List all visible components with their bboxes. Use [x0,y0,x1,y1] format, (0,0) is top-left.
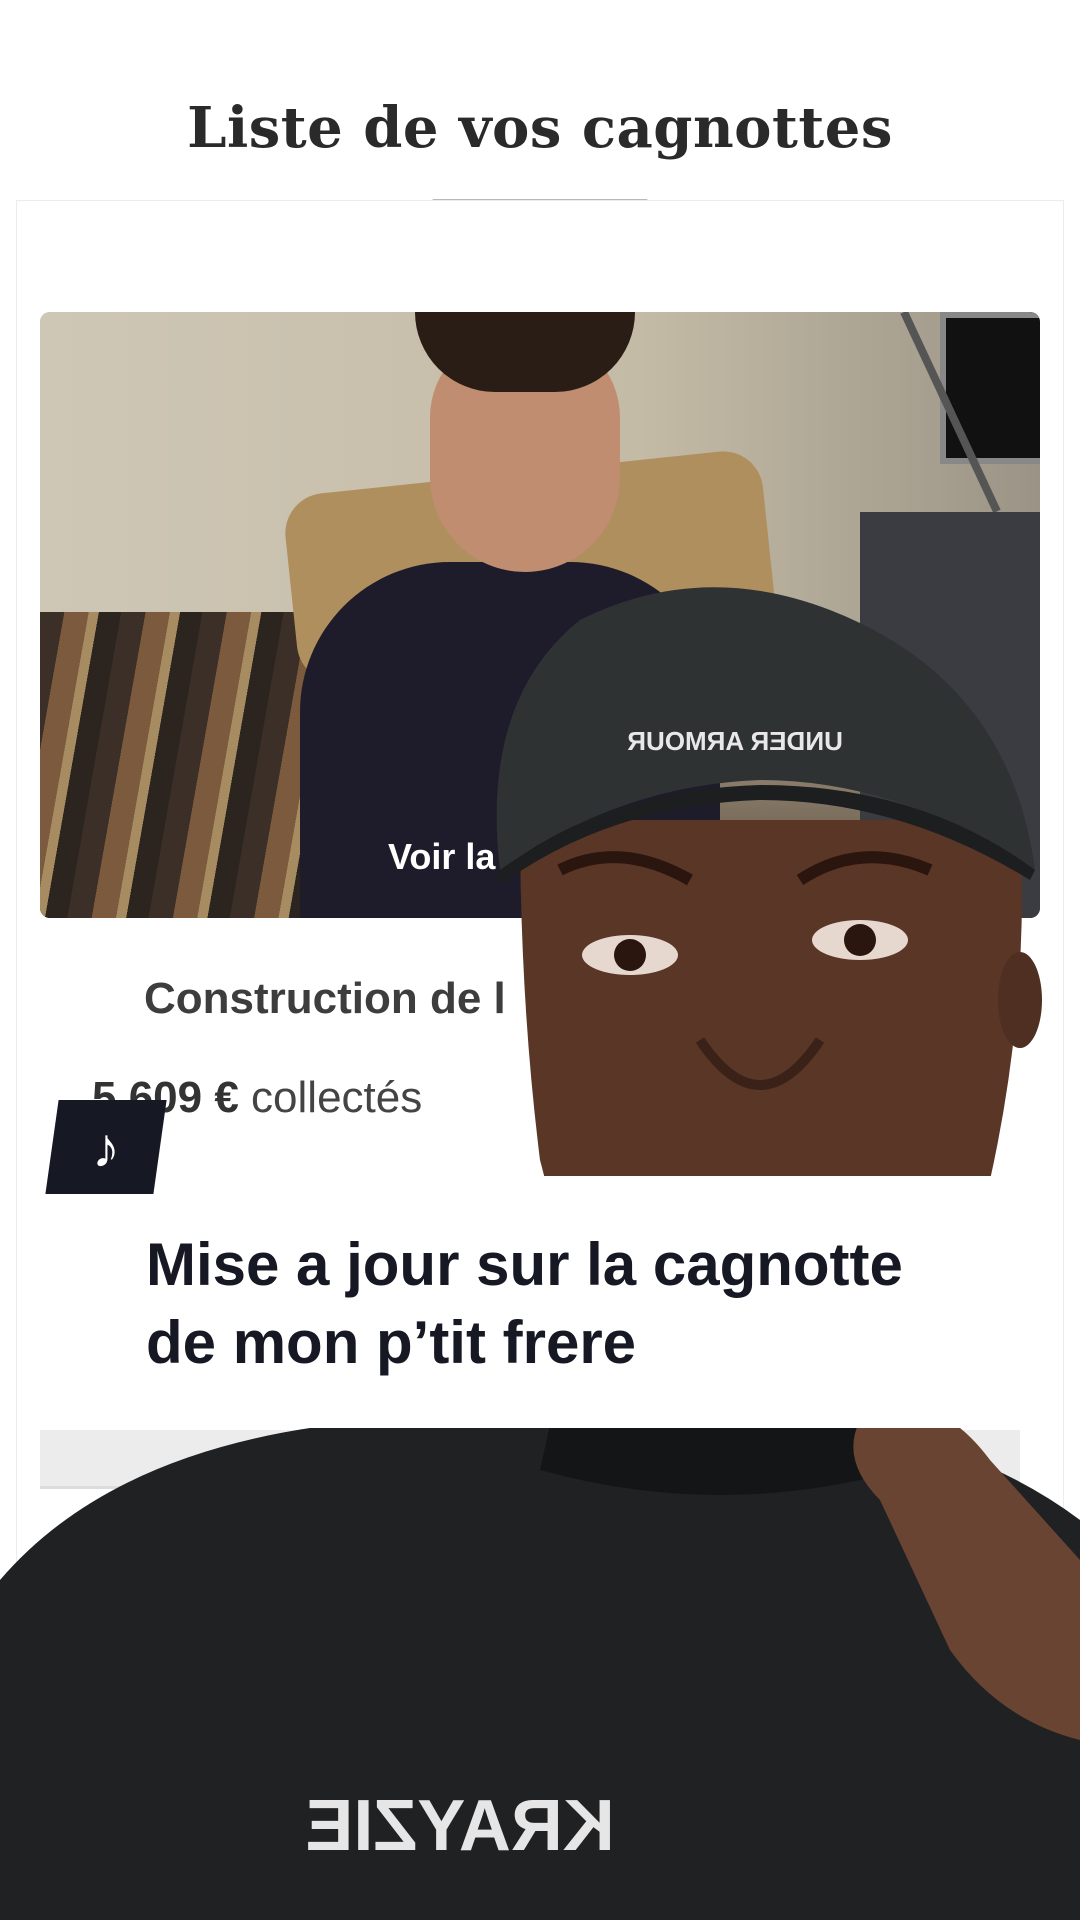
photo-desk [860,512,1040,918]
fundraiser-photo[interactable] [40,312,1040,918]
photo-caption-link[interactable]: Voir la [388,836,495,878]
amount-suffix: collectés [251,1073,423,1122]
photo-monitor [940,312,1040,464]
caption-line-2: de mon p’tit frere [146,1309,637,1376]
tiktok-logo: ♪ [45,1100,167,1194]
page-title: Liste de vos cagnottes [187,95,893,161]
tiktok-icon: ♪ [92,1115,120,1179]
shirt-print: KRAYZIE [305,1786,614,1866]
fundraiser-title[interactable]: Construction de l [144,974,506,1024]
photo-child-shirt [300,562,720,918]
caption-line-1: Mise a jour sur la cagnotte [146,1231,903,1298]
card-footer-bar [40,1430,1020,1489]
caption-text: Mise a jour sur la cagnotte de mon p’tit… [146,1226,1006,1382]
